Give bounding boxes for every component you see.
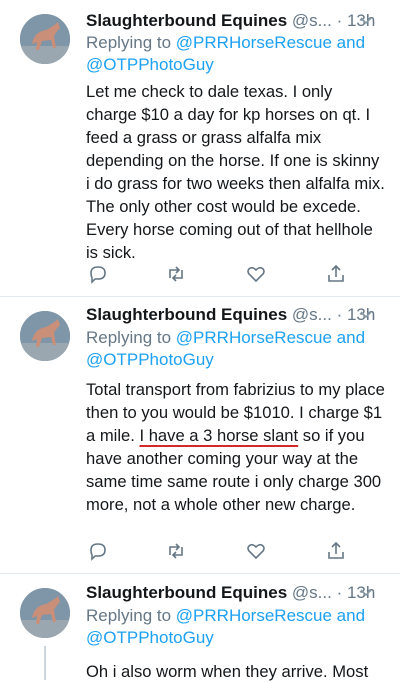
avatar[interactable] xyxy=(20,14,70,64)
tweet-header: Slaughterbound Equines @s... · 13h xyxy=(86,302,386,328)
replying-prefix: Replying to xyxy=(86,606,172,625)
mention-link[interactable]: @OTPPhotoGuy xyxy=(86,55,214,74)
retweet-icon[interactable] xyxy=(164,539,188,563)
user-handle[interactable]: @s... xyxy=(292,11,332,30)
tweet-header: Slaughterbound Equines @s... · 13h xyxy=(86,580,386,606)
retweet-icon[interactable] xyxy=(164,262,188,286)
user-handle[interactable]: @s... xyxy=(292,583,332,602)
display-name[interactable]: Slaughterbound Equines xyxy=(86,583,287,602)
display-name[interactable]: Slaughterbound Equines xyxy=(86,305,287,324)
tweet-header: Slaughterbound Equines @s... · 13h xyxy=(86,8,386,34)
replying-to: Replying to @PRRHorseRescue and @OTPPhot… xyxy=(86,327,386,371)
horse-avatar-image xyxy=(20,311,70,361)
like-icon[interactable] xyxy=(244,262,268,286)
replying-prefix: Replying to xyxy=(86,328,172,347)
share-icon[interactable] xyxy=(324,539,348,563)
display-name[interactable]: Slaughterbound Equines xyxy=(86,11,287,30)
horse-avatar-image xyxy=(20,588,70,638)
mention-link[interactable]: @PRRHorseRescue xyxy=(176,33,332,52)
tweet-text: Total transport from fabrizius to my pla… xyxy=(86,378,386,516)
mention-link[interactable]: @OTPPhotoGuy xyxy=(86,628,214,647)
replying-prefix: Replying to xyxy=(86,33,172,52)
tweet-2[interactable]: Slaughterbound Equines @s... · 13h Reply… xyxy=(0,297,400,573)
horse-avatar-image xyxy=(20,14,70,64)
tweet-1[interactable]: Slaughterbound Equines @s... · 13h Reply… xyxy=(0,0,400,296)
reply-icon[interactable] xyxy=(86,539,110,563)
mention-link[interactable]: @PRRHorseRescue xyxy=(176,328,332,347)
mention-and[interactable]: and xyxy=(332,328,365,347)
tweet-3[interactable]: Slaughterbound Equines @s... · 13h Reply… xyxy=(0,574,400,681)
share-icon[interactable] xyxy=(324,262,348,286)
like-icon[interactable] xyxy=(244,539,268,563)
tweet-actions xyxy=(86,262,356,286)
tweet-text: Let me check to dale texas. I only charg… xyxy=(86,82,385,262)
mention-link[interactable]: @PRRHorseRescue xyxy=(176,606,332,625)
replying-to: Replying to @PRRHorseRescue and @OTPPhot… xyxy=(86,32,386,76)
thread-line xyxy=(44,646,46,680)
mention-and[interactable]: and xyxy=(332,33,365,52)
chevron-down-icon[interactable] xyxy=(358,584,374,600)
avatar[interactable] xyxy=(20,588,70,638)
tweet-actions xyxy=(86,539,356,563)
mention-link[interactable]: @OTPPhotoGuy xyxy=(86,350,214,369)
chevron-down-icon[interactable] xyxy=(358,12,374,28)
reply-icon[interactable] xyxy=(86,262,110,286)
user-handle[interactable]: @s... xyxy=(292,305,332,324)
chevron-down-icon[interactable] xyxy=(358,306,374,322)
replying-to: Replying to @PRRHorseRescue and @OTPPhot… xyxy=(86,605,386,649)
mention-and[interactable]: and xyxy=(332,606,365,625)
avatar[interactable] xyxy=(20,311,70,361)
underlined-text: I have a 3 horse slant xyxy=(139,426,299,445)
